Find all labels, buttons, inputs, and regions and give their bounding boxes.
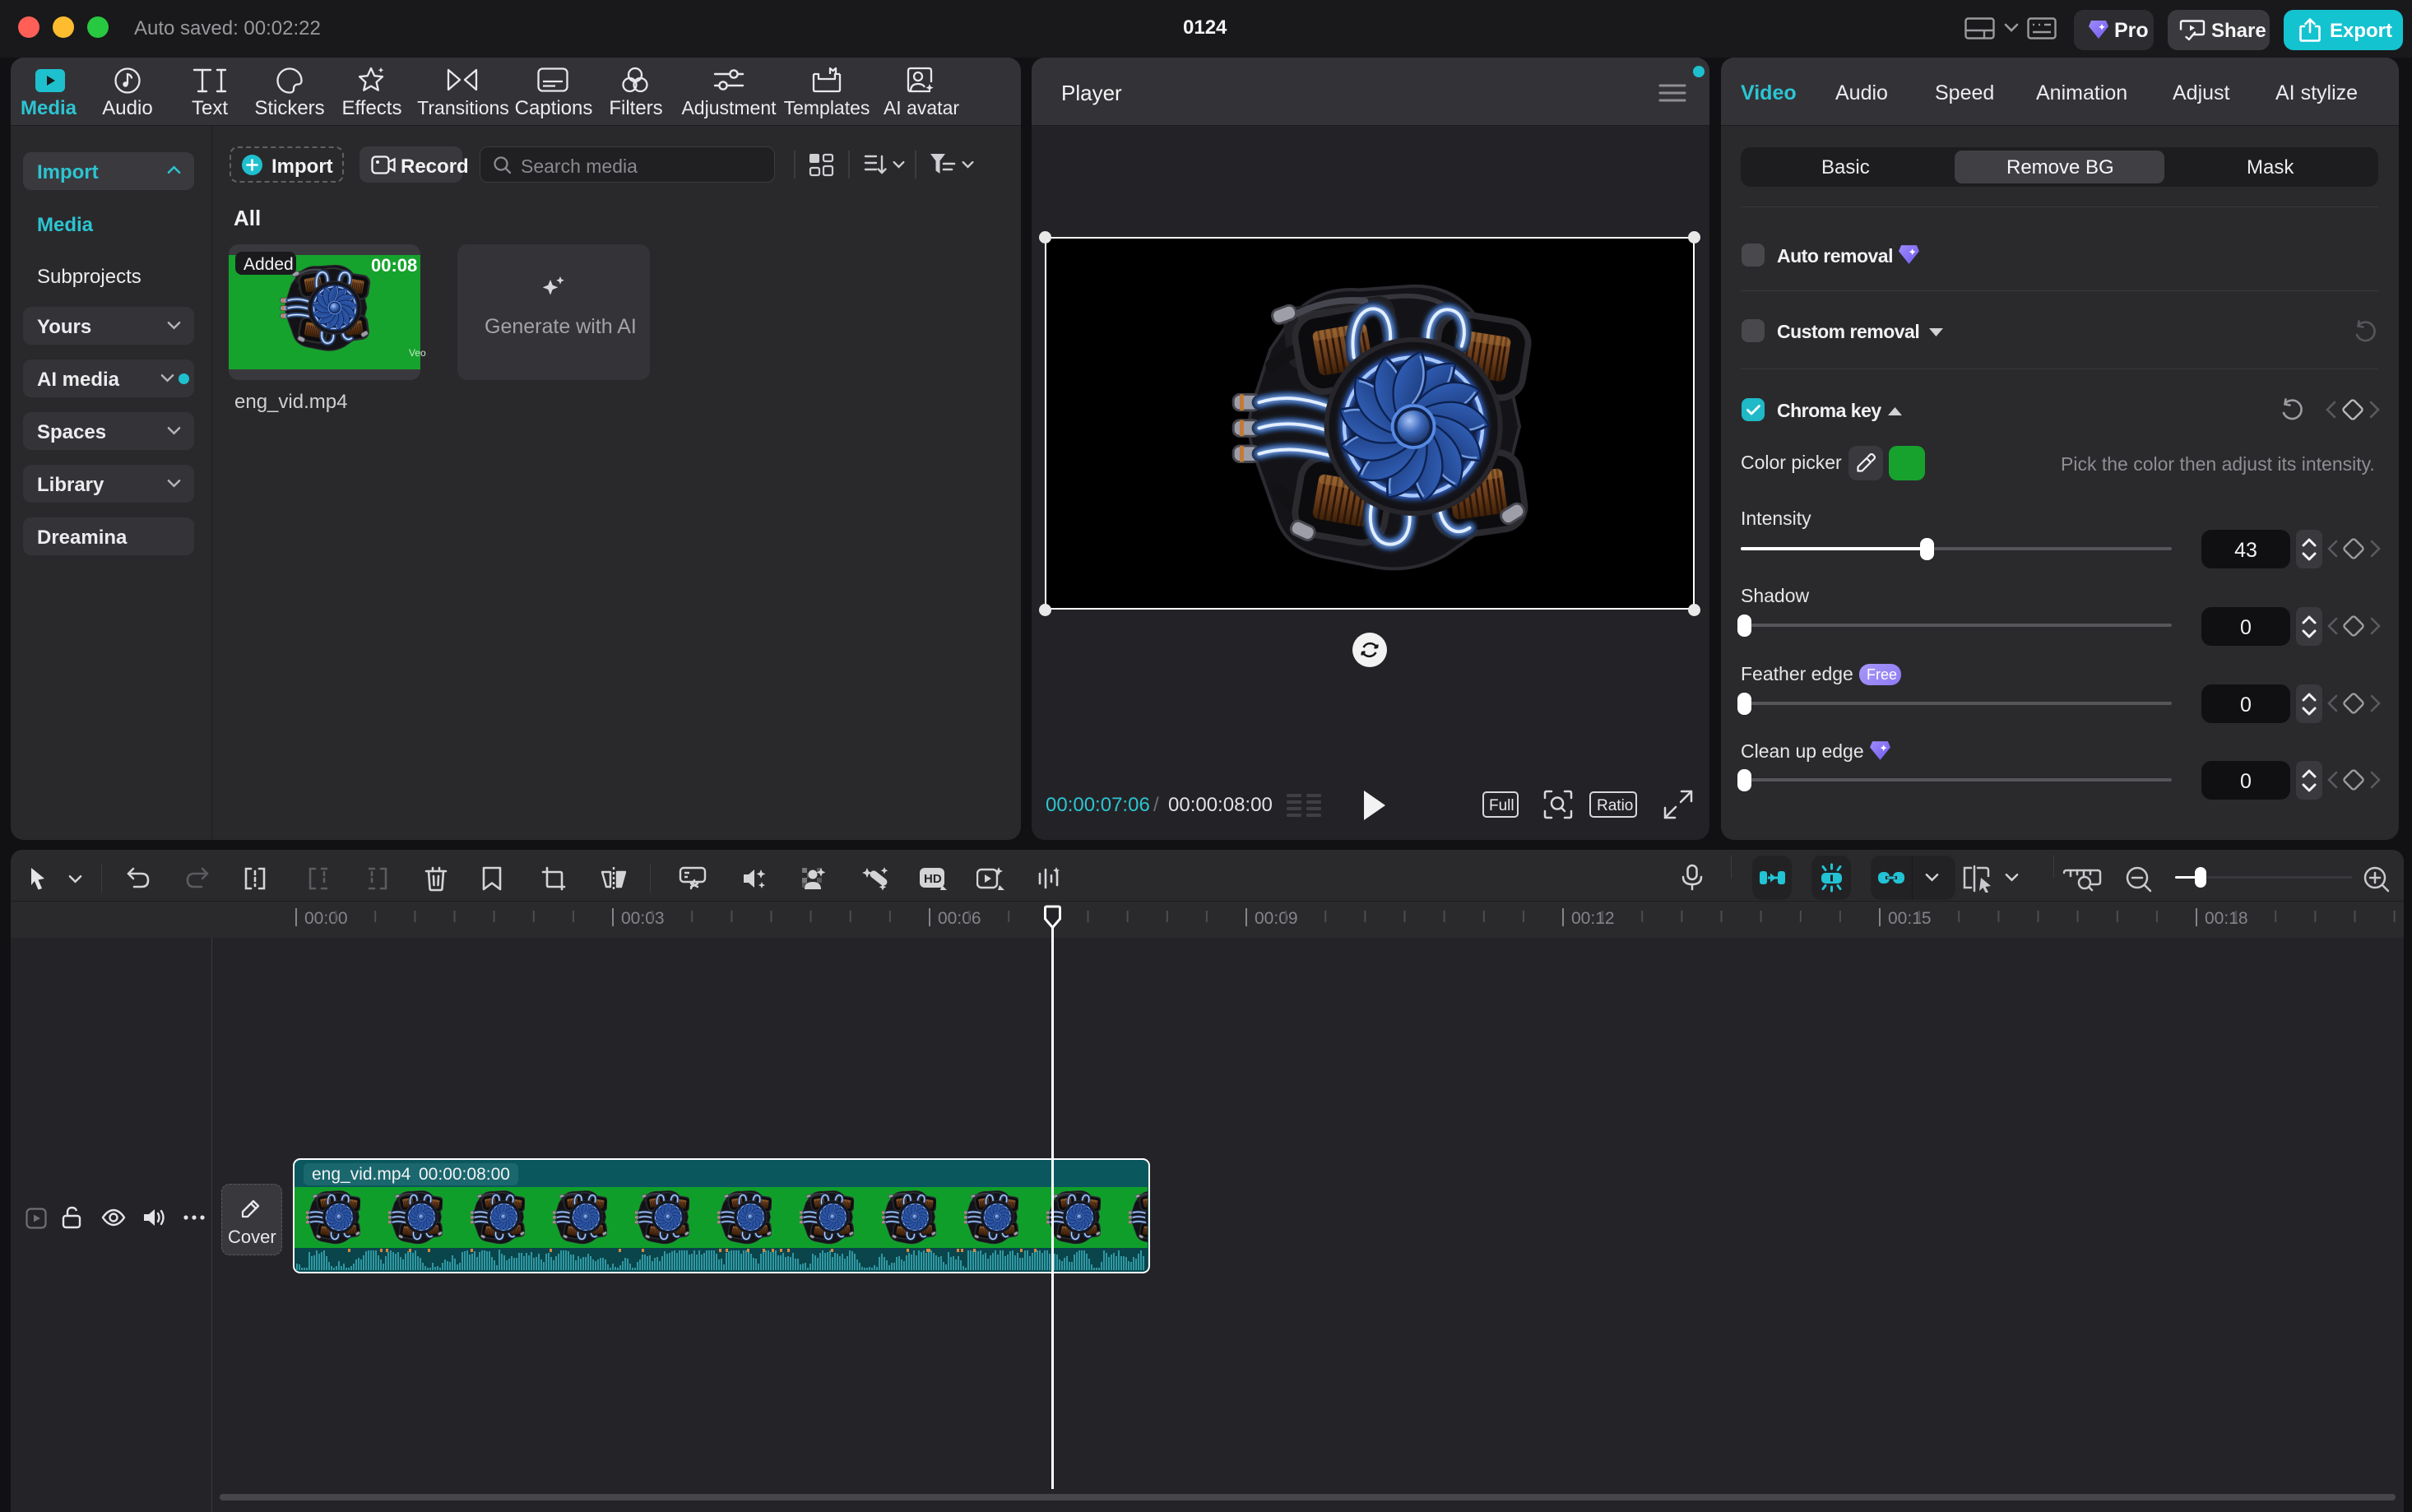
svg-text:00:12: 00:12 xyxy=(1571,909,1615,928)
svg-text:00:06: 00:06 xyxy=(938,909,981,928)
svg-text:00:09: 00:09 xyxy=(1255,909,1298,928)
svg-text:00:00: 00:00 xyxy=(304,909,348,928)
svg-text:00:15: 00:15 xyxy=(1888,909,1932,928)
svg-text:HD: HD xyxy=(924,872,942,886)
svg-text:00:18: 00:18 xyxy=(2205,909,2248,928)
svg-text:00:03: 00:03 xyxy=(621,909,665,928)
